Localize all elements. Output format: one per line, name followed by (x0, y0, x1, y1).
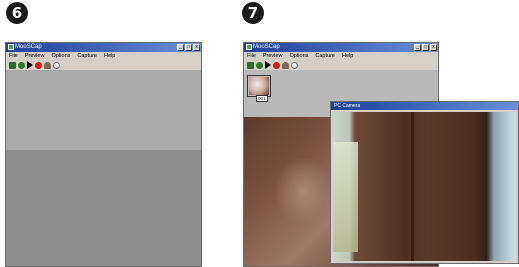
maximize-button[interactable]: □ (422, 44, 429, 51)
toolbar (244, 60, 438, 70)
person-icon[interactable] (44, 61, 51, 69)
capture-app-window: MooSCap _ □ x File Preview Options Captu… (5, 42, 202, 267)
menu-capture[interactable]: Capture (315, 52, 335, 60)
window-title: MooSCap (15, 44, 42, 50)
camera-preview-window: PC Camera (330, 101, 519, 264)
preview-window-title: PC Camera (334, 103, 361, 109)
menu-preview[interactable]: Preview (25, 52, 45, 60)
step-number-badge: 6 (6, 2, 28, 24)
maximize-button[interactable]: □ (185, 44, 192, 51)
app-icon (8, 44, 14, 50)
menu-capture[interactable]: Capture (77, 52, 97, 60)
thumbnail-label: 001 (256, 95, 268, 102)
check-icon[interactable] (256, 61, 263, 69)
person-icon[interactable] (282, 61, 289, 69)
menu-help[interactable]: Help (342, 52, 353, 60)
app-icon (246, 44, 252, 50)
minimize-button[interactable]: _ (414, 44, 421, 51)
menu-preview[interactable]: Preview (263, 52, 283, 60)
menu-options[interactable]: Options (289, 52, 308, 60)
save-icon[interactable] (247, 61, 254, 69)
step-number-badge: 7 (242, 2, 264, 24)
play-icon[interactable] (265, 61, 271, 69)
live-camera-view (333, 112, 516, 261)
play-icon[interactable] (27, 61, 33, 69)
menu-bar: File Preview Options Capture Help (6, 52, 201, 60)
toolbar (6, 60, 201, 70)
close-button[interactable]: x (430, 44, 437, 51)
menu-bar: File Preview Options Capture Help (244, 52, 438, 60)
timer-icon[interactable] (291, 61, 298, 69)
title-bar[interactable]: MooSCap _ □ x (244, 43, 438, 52)
menu-options[interactable]: Options (51, 52, 70, 60)
menu-file[interactable]: File (247, 52, 256, 60)
menu-file[interactable]: File (9, 52, 18, 60)
record-icon[interactable] (35, 61, 42, 69)
title-bar[interactable]: MooSCap _ □ x (6, 43, 201, 52)
check-icon[interactable] (18, 61, 25, 69)
record-icon[interactable] (273, 61, 280, 69)
video-area (6, 150, 201, 266)
minimize-button[interactable]: _ (177, 44, 184, 51)
thumbnail-strip (6, 70, 201, 150)
menu-help[interactable]: Help (104, 52, 115, 60)
save-icon[interactable] (9, 61, 16, 69)
close-button[interactable]: x (193, 44, 200, 51)
preview-title-bar[interactable]: PC Camera (331, 102, 518, 110)
captured-thumbnail[interactable] (247, 75, 271, 97)
window-title: MooSCap (253, 44, 280, 50)
timer-icon[interactable] (53, 61, 60, 69)
